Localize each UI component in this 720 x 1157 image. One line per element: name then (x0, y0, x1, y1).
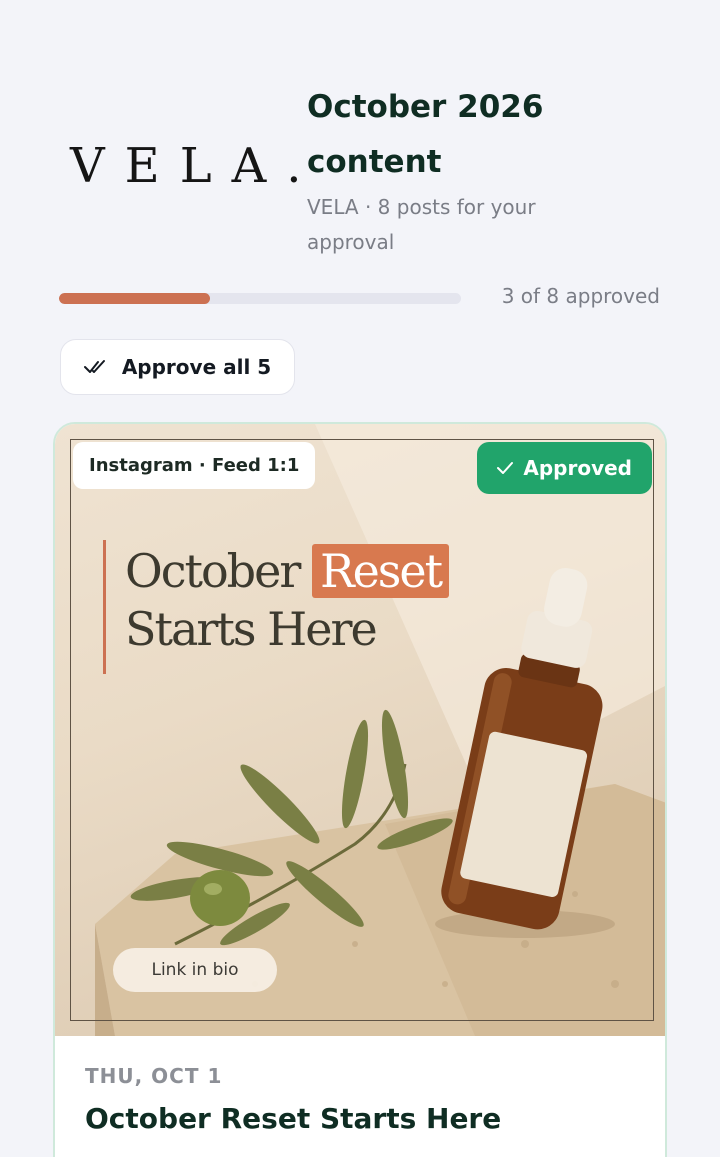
post-card[interactable]: October Reset Starts Here Link in bio In… (53, 422, 667, 1157)
post-image[interactable]: October Reset Starts Here Link in bio In… (55, 424, 665, 1036)
link-in-bio-pill: Link in bio (113, 948, 277, 992)
check-icon (497, 462, 514, 474)
approved-status-badge[interactable]: Approved (477, 442, 652, 494)
double-check-icon (83, 360, 105, 373)
status-label: Approved (523, 456, 632, 480)
content-approval-page: VELA. October 2026 content VELA · 8 post… (0, 0, 720, 1157)
approve-all-label: Approve all 5 (121, 355, 272, 379)
headline-accent-word: Reset (311, 544, 450, 598)
post-meta: THU, OCT 1 October Reset Starts Here (85, 1064, 635, 1135)
approval-progress-label: 3 of 8 approved (501, 284, 660, 308)
brand-logo: VELA. (70, 138, 322, 194)
post-title: October Reset Starts Here (85, 1102, 502, 1135)
product-photo (95, 424, 665, 1036)
platform-badge: Instagram · Feed 1:1 (73, 442, 316, 489)
page-title: October 2026 content (307, 89, 544, 180)
approve-all-button[interactable]: Approve all 5 (60, 339, 295, 395)
image-headline: October Reset Starts Here (125, 542, 450, 658)
headline-word: October (125, 544, 301, 598)
post-date: THU, OCT 1 (85, 1064, 223, 1088)
page-subtitle: VELA · 8 posts for your approval (307, 195, 536, 254)
approval-progress-bar (59, 293, 461, 304)
headline-accent-rule (103, 540, 106, 674)
headline-line-2: Starts Here (125, 602, 378, 656)
approval-progress-fill (59, 293, 210, 304)
